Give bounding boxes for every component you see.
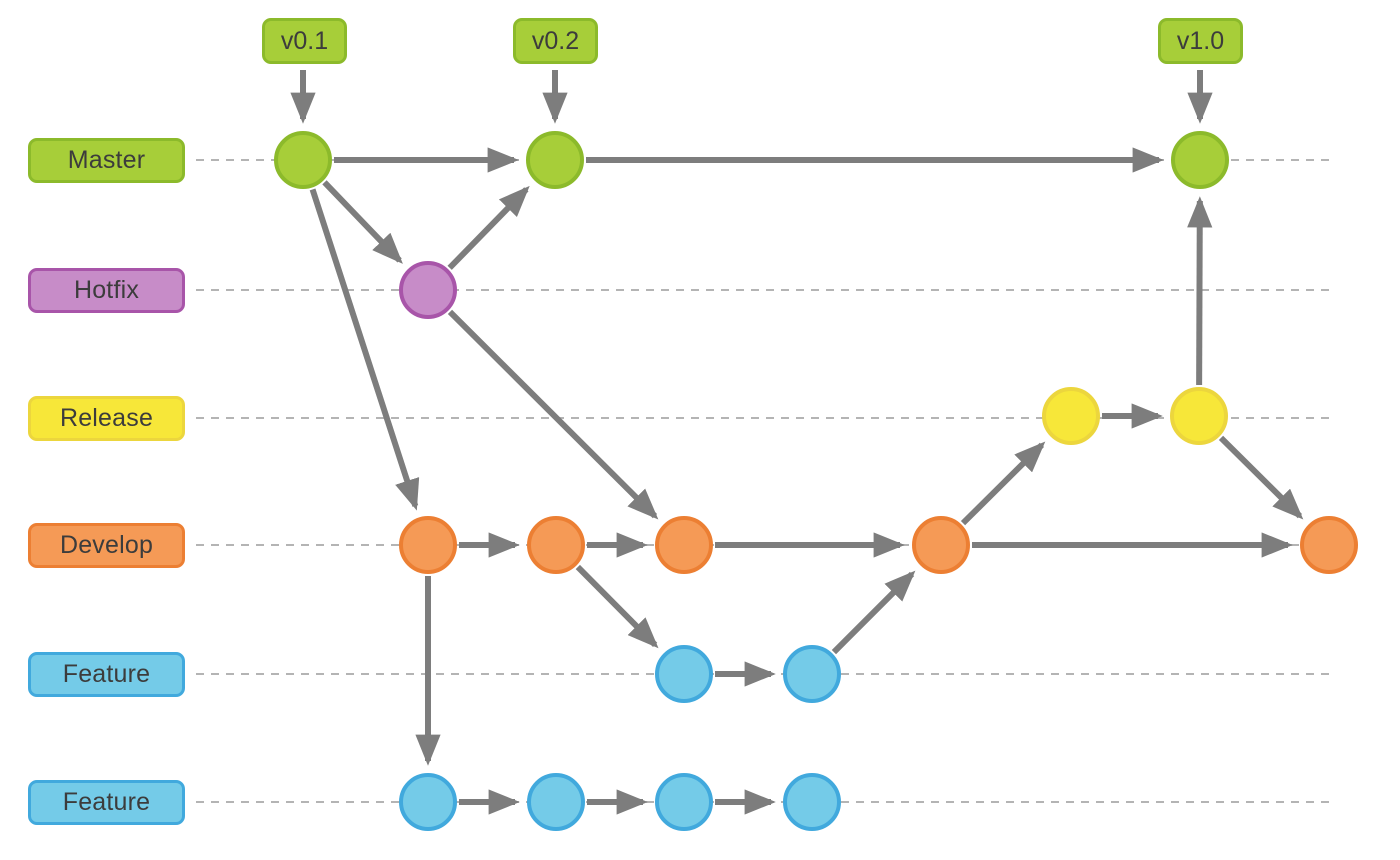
commit-node-d4[interactable] xyxy=(912,516,970,574)
commit-node-m1[interactable] xyxy=(274,131,332,189)
commit-node-d3[interactable] xyxy=(655,516,713,574)
lane-label-release[interactable]: Release xyxy=(28,396,185,441)
commit-node-f1a[interactable] xyxy=(655,645,713,703)
version-tag-text: v1.0 xyxy=(1176,26,1225,55)
lane-label-feature1[interactable]: Feature xyxy=(28,652,185,697)
edge-m1-to-h1 xyxy=(322,180,403,264)
lane-label-develop[interactable]: Develop xyxy=(28,523,185,568)
edge-h1-to-m2 xyxy=(447,185,530,270)
edge-r2-to-d5 xyxy=(1218,435,1304,520)
commit-node-f1b[interactable] xyxy=(783,645,841,703)
version-tag-text: v0.2 xyxy=(531,26,580,55)
lane-label-feature2[interactable]: Feature xyxy=(28,780,185,825)
edge-d2-to-f1a xyxy=(575,564,659,649)
commit-node-m3[interactable] xyxy=(1171,131,1229,189)
lane-label-master[interactable]: Master xyxy=(28,138,185,183)
commit-node-d1[interactable] xyxy=(399,516,457,574)
version-tag-v0-1[interactable]: v0.1 xyxy=(262,18,347,64)
lane-label-text: Feature xyxy=(62,788,151,816)
commit-node-d2[interactable] xyxy=(527,516,585,574)
edge-f1b-to-d4 xyxy=(831,570,916,655)
edge-h1-to-d3 xyxy=(447,309,659,520)
lane-label-text: Feature xyxy=(62,660,151,688)
edge-m1-to-d1 xyxy=(309,188,420,511)
git-flow-diagram: Master Hotfix Release Develop Feature Feature… xyxy=(0,0,1400,860)
commit-node-m2[interactable] xyxy=(526,131,584,189)
lane-guidelines xyxy=(196,159,1332,803)
commit-node-r1[interactable] xyxy=(1042,387,1100,445)
lane-label-text: Master xyxy=(67,146,146,174)
lane-label-text: Hotfix xyxy=(73,276,140,304)
edge-group xyxy=(309,147,1304,815)
commit-node-r2[interactable] xyxy=(1170,387,1228,445)
edge-d4-to-r1 xyxy=(960,441,1046,526)
edge-r2-to-m3 xyxy=(1187,196,1213,386)
commit-node-f2a[interactable] xyxy=(399,773,457,831)
tag-arrow-group xyxy=(290,70,1213,124)
commit-node-d5[interactable] xyxy=(1300,516,1358,574)
version-tag-text: v0.1 xyxy=(280,26,329,55)
version-tag-v1-0[interactable]: v1.0 xyxy=(1158,18,1243,64)
version-tag-v0-2[interactable]: v0.2 xyxy=(513,18,598,64)
commit-node-f2c[interactable] xyxy=(655,773,713,831)
commit-node-f2d[interactable] xyxy=(783,773,841,831)
commit-node-h1[interactable] xyxy=(399,261,457,319)
lane-label-text: Release xyxy=(59,404,154,432)
lane-label-hotfix[interactable]: Hotfix xyxy=(28,268,185,313)
commit-node-f2b[interactable] xyxy=(527,773,585,831)
lane-label-text: Develop xyxy=(59,531,154,559)
